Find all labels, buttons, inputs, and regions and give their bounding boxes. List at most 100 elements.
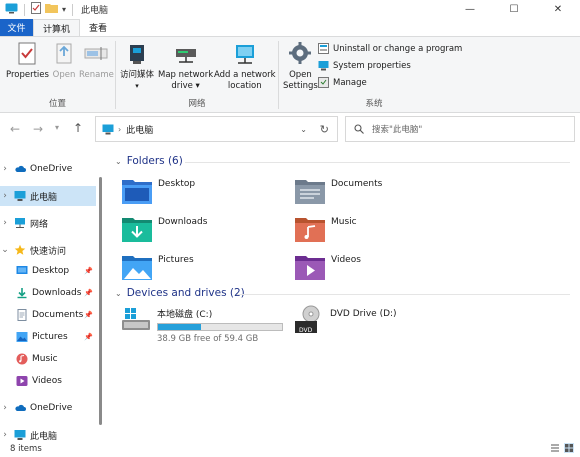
customize-qa-chevron-icon[interactable]: ▾ [62, 5, 66, 14]
forward-arrow-icon[interactable]: → [33, 122, 43, 136]
title-bar: ▾ 此电脑 — ☐ ✕ [0, 0, 580, 19]
recent-locations-chevron-icon[interactable]: ▾ [55, 123, 59, 132]
expand-chevron-icon[interactable]: › [0, 218, 10, 228]
drive-usage-fill [158, 324, 201, 330]
collapse-chevron-icon[interactable]: ⌄ [115, 157, 122, 166]
pc-icon [14, 191, 26, 201]
up-arrow-icon[interactable]: ↑ [73, 121, 83, 135]
close-button[interactable]: ✕ [536, 0, 580, 19]
open-settings-label-line2: Settings [283, 81, 318, 91]
address-history-chevron-icon[interactable]: ⌄ [300, 125, 307, 134]
nav-item-music[interactable]: Music [0, 349, 96, 369]
nav-item-label: 网络 [30, 219, 49, 230]
properties-qa-icon[interactable] [31, 2, 41, 17]
folder-label: Videos [331, 255, 361, 265]
nav-item-downloads[interactable]: Downloads 📌 [0, 283, 96, 303]
maximize-button[interactable]: ☐ [492, 0, 536, 19]
drive-c[interactable]: 本地磁盘 (C:) 38.9 GB free of 59.4 GB [121, 307, 283, 344]
pin-icon[interactable]: 📌 [84, 333, 93, 341]
folder-videos[interactable]: Videos [294, 252, 361, 282]
folder-pictures[interactable]: Pictures [121, 252, 194, 282]
details-view-icon[interactable] [550, 443, 560, 453]
folders-section-header[interactable]: ⌄ Folders (6) [115, 155, 183, 167]
rename-icon [84, 47, 108, 60]
tab-file[interactable]: 文件 [0, 19, 33, 36]
star-icon [14, 244, 26, 255]
minimize-button[interactable]: — [448, 0, 492, 19]
system-properties-icon [318, 61, 329, 71]
nav-scrollbar[interactable] [98, 155, 103, 440]
add-network-location-label-line2: location [227, 81, 262, 91]
desktop-icon [16, 266, 28, 274]
nav-item-quick-access[interactable]: ⌄ 快速访问 [0, 240, 96, 260]
open-icon [56, 43, 72, 64]
system-group-label: 系统 [365, 99, 383, 109]
nav-item-videos[interactable]: Videos [0, 371, 96, 391]
nav-item-label: Desktop [32, 266, 70, 276]
drive-d[interactable]: DVD DVD Drive (D:) [294, 305, 397, 335]
folder-downloads[interactable]: Downloads [121, 214, 207, 244]
nav-item-onedrive-bottom[interactable]: › OneDrive [0, 398, 96, 418]
expand-chevron-icon[interactable]: › [0, 430, 10, 440]
gear-icon [289, 42, 312, 64]
collapse-chevron-icon[interactable]: ⌄ [115, 289, 122, 298]
system-properties-button[interactable]: System properties [318, 60, 411, 71]
address-bar[interactable]: › 此电脑 ⌄ ↻ [95, 116, 338, 142]
tab-view[interactable]: 查看 [80, 19, 116, 36]
breadcrumb-chevron-icon[interactable]: › [118, 125, 121, 134]
programs-icon [318, 43, 329, 54]
rename-label: Rename [79, 70, 114, 80]
back-arrow-icon[interactable]: ← [10, 122, 20, 136]
large-icons-view-icon[interactable] [564, 443, 574, 453]
drives-section-header[interactable]: ⌄ Devices and drives (2) [115, 287, 245, 299]
folder-label: Documents [331, 179, 383, 189]
open-button[interactable]: Open [51, 41, 77, 81]
drive-label: DVD Drive (D:) [330, 309, 397, 319]
breadcrumb[interactable]: 此电脑 [126, 123, 153, 136]
pin-icon[interactable]: 📌 [84, 289, 93, 297]
section-title: Devices and drives (2) [126, 287, 245, 299]
collapse-chevron-icon[interactable]: ⌄ [0, 245, 10, 255]
drive-c-details: 本地磁盘 (C:) 38.9 GB free of 59.4 GB [157, 307, 283, 344]
map-network-drive-button[interactable]: Map network drive ▾ [158, 41, 213, 92]
tab-computer[interactable]: 计算机 [33, 19, 81, 36]
nav-item-label: Pictures [32, 332, 68, 342]
nav-item-label: 此电脑 [30, 192, 58, 203]
uninstall-program-button[interactable]: Uninstall or change a program [318, 43, 462, 54]
nav-item-documents[interactable]: Documents 📌 [0, 305, 96, 325]
add-network-location-button[interactable]: Add a network location [214, 41, 276, 92]
search-input[interactable]: 搜索"此电脑" [345, 116, 575, 142]
location-group-label: 位置 [48, 99, 66, 109]
hard-drive-icon [122, 308, 150, 330]
nav-item-this-pc[interactable]: › 此电脑 [0, 186, 96, 206]
folder-documents[interactable]: Documents [294, 176, 382, 206]
rename-button[interactable]: Rename [79, 41, 114, 81]
manage-icon [318, 77, 329, 88]
manage-button[interactable]: Manage [318, 77, 367, 88]
expand-chevron-icon[interactable]: › [0, 164, 10, 174]
pin-icon[interactable]: 📌 [84, 267, 93, 275]
nav-item-network[interactable]: › 网络 [0, 213, 96, 233]
pin-icon[interactable]: 📌 [84, 311, 93, 319]
music-folder-icon [295, 218, 325, 242]
properties-icon [18, 42, 36, 65]
access-media-button[interactable]: 访问媒体 ▾ [120, 41, 154, 92]
refresh-icon[interactable]: ↻ [320, 123, 329, 136]
expand-chevron-icon[interactable]: › [0, 403, 10, 413]
properties-label: Properties [6, 70, 49, 80]
properties-button[interactable]: Properties [6, 41, 49, 81]
map-network-drive-label-text: drive [171, 81, 193, 91]
window-controls: — ☐ ✕ [448, 0, 580, 19]
open-settings-button[interactable]: Open Settings [283, 41, 318, 92]
folder-desktop[interactable]: Desktop [121, 176, 195, 206]
videos-folder-icon [295, 256, 325, 280]
nav-item-onedrive[interactable]: › OneDrive [0, 159, 96, 179]
search-placeholder: 搜索"此电脑" [372, 125, 423, 135]
nav-item-pictures[interactable]: Pictures 📌 [0, 327, 96, 347]
nav-item-desktop[interactable]: Desktop 📌 [0, 261, 96, 281]
folder-music[interactable]: Music [294, 214, 357, 244]
music-icon [16, 353, 28, 365]
scrollbar-thumb[interactable] [99, 177, 102, 425]
new-folder-qa-icon[interactable] [45, 3, 58, 16]
expand-chevron-icon[interactable]: › [0, 191, 10, 201]
